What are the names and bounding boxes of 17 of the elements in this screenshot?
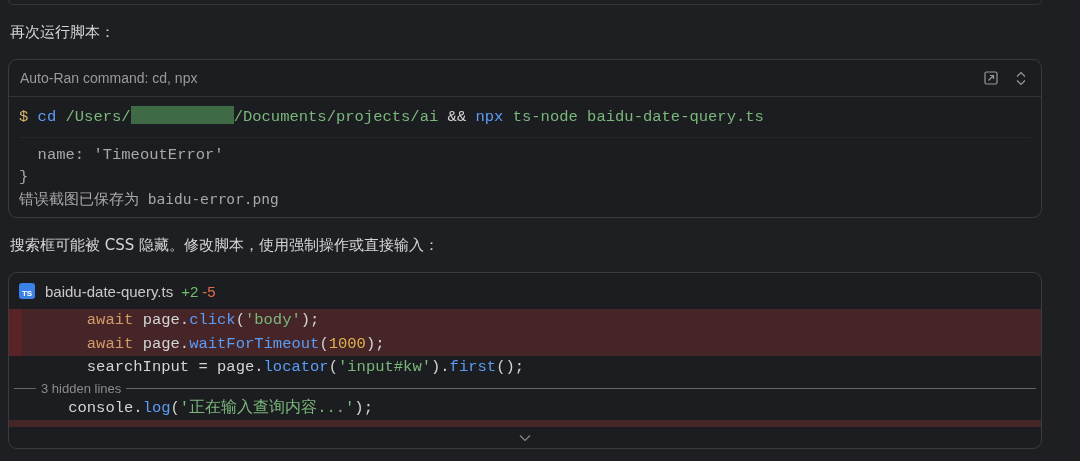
paragraph: 搜索框可能被 CSS 隐藏。修改脚本，使用强制操作或直接输入： xyxy=(9,235,441,256)
terminal-line: name: 'TimeoutError' xyxy=(36,145,225,166)
terminal-line: 错误截图已保存为 baidu-error.png xyxy=(19,190,280,209)
chevron-down-icon[interactable] xyxy=(519,433,531,442)
hidden-lines-label[interactable]: 3 hidden lines xyxy=(41,380,122,396)
code-line: searchInput = page.locator('input#kw').first(); xyxy=(85,357,526,378)
code-line: console.log('正在输入查询内容...'); xyxy=(67,397,374,419)
added-count: +2 xyxy=(181,282,199,300)
terminal-line: } xyxy=(19,167,30,188)
command-title: Auto-Ran command: cd, npx xyxy=(20,70,198,86)
typescript-file-icon: TS xyxy=(19,283,35,299)
expand-collapse-icon[interactable] xyxy=(1016,70,1026,86)
file-name: baidu-date-query.ts xyxy=(45,282,174,300)
removed-count: -5 xyxy=(202,282,216,300)
open-external-icon[interactable] xyxy=(984,71,998,85)
terminal-line: $ cd /Users/ /Documents/projects/ai && npx ts-node baidu-date-query.ts xyxy=(19,106,765,128)
paragraph: 再次运行脚本： xyxy=(9,22,116,43)
